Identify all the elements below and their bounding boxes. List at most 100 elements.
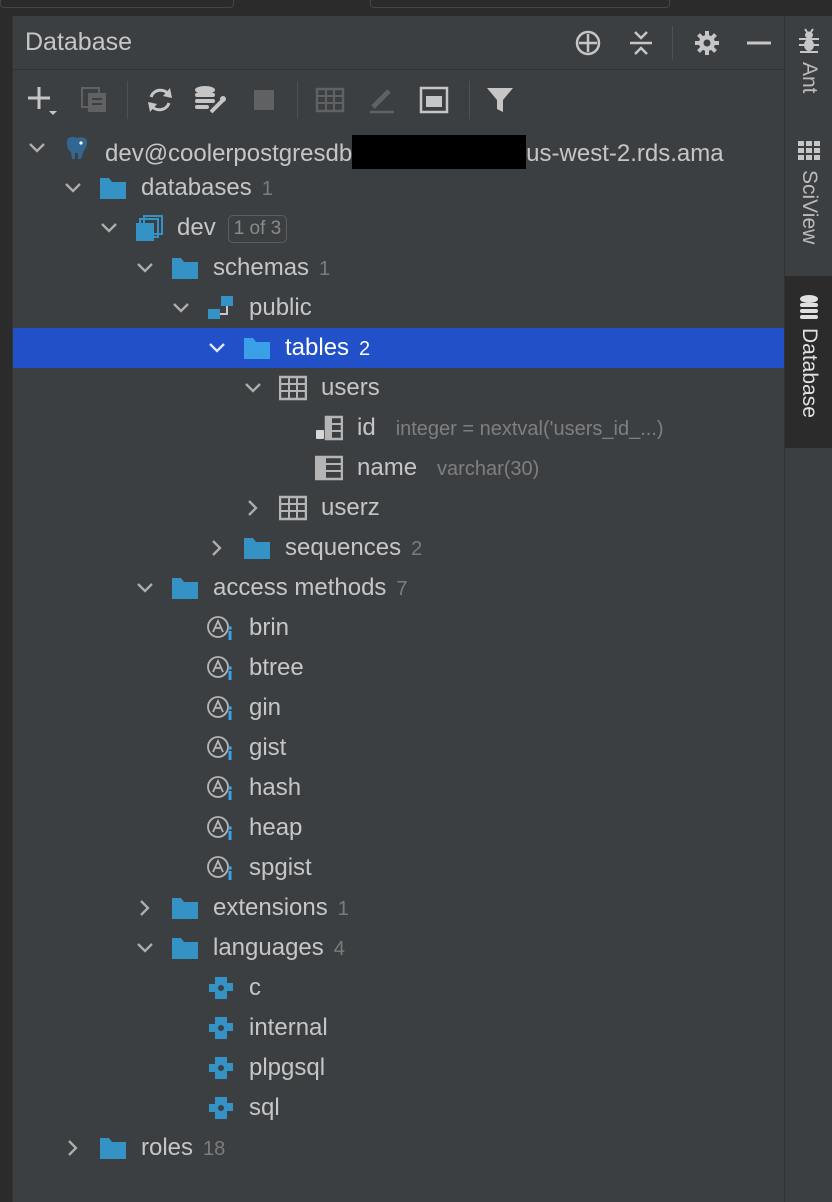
- side-tab-ant[interactable]: Ant: [785, 28, 832, 128]
- tree-row-users[interactable]: users: [13, 368, 785, 408]
- chevron-right-icon[interactable]: [207, 538, 227, 558]
- right-tool-strip: Ant SciView Database: [784, 16, 832, 1202]
- chevron-down-icon[interactable]: [63, 178, 83, 198]
- query-console-icon[interactable]: [417, 83, 451, 117]
- tool-window-title: Database: [25, 28, 133, 56]
- access-method-icon: [207, 776, 232, 800]
- tree-row-access-method[interactable]: gist: [13, 728, 785, 768]
- node-label: sequences: [285, 534, 402, 561]
- tree-row-languages[interactable]: languages 4: [13, 928, 785, 968]
- redacted-host-block: [352, 135, 527, 169]
- folder-icon: [100, 1138, 126, 1159]
- filter-icon[interactable]: [483, 83, 517, 117]
- tree-row-extensions[interactable]: extensions 1: [13, 888, 785, 928]
- chevron-down-icon[interactable]: [243, 378, 263, 398]
- access-method-label: gist: [249, 734, 287, 761]
- tree-row-access-methods[interactable]: access methods 7: [13, 568, 785, 608]
- access-method-label: brin: [249, 614, 290, 641]
- language-label: c: [249, 974, 261, 1001]
- node-label: public: [249, 294, 312, 321]
- access-method-icon: [207, 856, 232, 880]
- connection-label: dev@coolerpostgresdb us-west-2.rds.ama: [105, 135, 724, 169]
- toolbar-separator: [469, 81, 470, 119]
- tree-row-sequences[interactable]: sequences 2: [13, 528, 785, 568]
- add-icon[interactable]: [25, 83, 59, 117]
- side-tab-database[interactable]: Database: [785, 276, 832, 448]
- folder-icon: [172, 898, 198, 919]
- top-strip: [0, 0, 832, 16]
- chevron-down-icon[interactable]: [27, 138, 47, 158]
- folder-icon: [244, 538, 270, 559]
- node-label: schemas: [213, 254, 310, 281]
- chevron-down-icon[interactable]: [171, 298, 191, 318]
- tree-row-language[interactable]: sql: [13, 1088, 785, 1128]
- tree-row-userz[interactable]: userz: [13, 488, 785, 528]
- chevron-right-icon[interactable]: [243, 498, 263, 518]
- node-label: languages: [213, 934, 324, 961]
- tree-row-access-method[interactable]: gin: [13, 688, 785, 728]
- language-icon: [209, 1057, 233, 1079]
- data-source-properties-icon[interactable]: [193, 83, 227, 117]
- node-label: id: [357, 414, 376, 441]
- tree-row-public[interactable]: public: [13, 288, 785, 328]
- access-method-icon: [207, 696, 232, 720]
- node-label: dev: [177, 214, 216, 241]
- column-icon: [315, 455, 343, 481]
- refresh-icon[interactable]: [143, 83, 177, 117]
- duplicate-icon[interactable]: [77, 83, 111, 117]
- schema-count-badge[interactable]: 1 of 3: [227, 215, 288, 243]
- tree-row-access-method[interactable]: spgist: [13, 848, 785, 888]
- node-count: 2: [359, 338, 371, 360]
- sciview-icon: [798, 141, 820, 160]
- toolbar: [13, 71, 785, 127]
- node-label: databases: [141, 174, 252, 201]
- table-editor-icon[interactable]: [313, 83, 347, 117]
- tree-row-access-method[interactable]: heap: [13, 808, 785, 848]
- tree-row-column-id[interactable]: id integer = nextval('users_id_...): [13, 408, 785, 448]
- node-label: roles: [141, 1134, 194, 1161]
- node-count: 4: [333, 938, 345, 960]
- tree-row-language[interactable]: c: [13, 968, 785, 1008]
- locate-crosshair-icon[interactable]: [573, 28, 603, 58]
- tree-row-access-method[interactable]: btree: [13, 648, 785, 688]
- minimize-icon[interactable]: [744, 28, 774, 58]
- chevron-right-icon[interactable]: [135, 898, 155, 918]
- tree-row-connection[interactable]: dev@coolerpostgresdb us-west-2.rds.ama: [13, 128, 785, 169]
- stop-icon[interactable]: [247, 83, 281, 117]
- tree-row-databases[interactable]: databases 1: [13, 168, 785, 208]
- side-tab-label: Ant: [798, 62, 821, 94]
- gear-icon[interactable]: [692, 28, 722, 58]
- table-icon: [279, 375, 307, 401]
- tree-row-dev[interactable]: dev 1 of 3: [13, 208, 785, 248]
- access-method-icon: [207, 616, 232, 640]
- node-label: access methods: [213, 574, 387, 601]
- access-method-icon: [207, 736, 232, 760]
- node-count: 1: [337, 898, 349, 920]
- tree-row-access-method[interactable]: hash: [13, 768, 785, 808]
- postgres-elephant-icon: [67, 137, 88, 159]
- tree-row-language[interactable]: plpgsql: [13, 1048, 785, 1088]
- edit-pencil-icon[interactable]: [365, 83, 399, 117]
- node-label: tables: [285, 334, 350, 361]
- ant-icon: [799, 28, 819, 53]
- chevron-down-icon[interactable]: [135, 938, 155, 958]
- tree-row-access-method[interactable]: brin: [13, 608, 785, 648]
- side-tab-sciview[interactable]: SciView: [785, 138, 832, 278]
- collapse-all-icon[interactable]: [626, 28, 656, 58]
- chevron-down-icon[interactable]: [135, 258, 155, 278]
- chevron-down-icon[interactable]: [135, 578, 155, 598]
- tree-row-language[interactable]: internal: [13, 1008, 785, 1048]
- database-icon: [136, 215, 163, 241]
- side-tab-label: SciView: [798, 170, 821, 245]
- tree-row-column-name[interactable]: name varchar(30): [13, 448, 785, 488]
- tree-row-roles[interactable]: roles 18: [13, 1128, 785, 1168]
- access-method-label: heap: [249, 814, 303, 841]
- chevron-down-icon[interactable]: [99, 218, 119, 238]
- primary-key-column-icon: [316, 415, 343, 441]
- tree-row-tables[interactable]: tables 2: [13, 328, 785, 368]
- node-label: users: [321, 374, 380, 401]
- access-method-label: hash: [249, 774, 302, 801]
- chevron-down-icon[interactable]: [207, 338, 227, 358]
- tree-row-schemas[interactable]: schemas 1: [13, 248, 785, 288]
- chevron-right-icon[interactable]: [63, 1138, 83, 1158]
